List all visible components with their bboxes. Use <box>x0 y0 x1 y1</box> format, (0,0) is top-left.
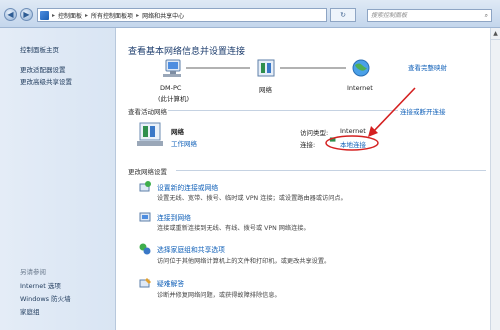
change-settings-header: 更改网络设置 <box>128 168 167 176</box>
vertical-scrollbar[interactable]: ▲ <box>490 28 500 330</box>
address-toolbar: ◀ ▶ ▸ 控制面板 ▸ 所有控制面板项 ▸ 网络和共享中心 ↻ 搜索控制面板 … <box>0 0 500 28</box>
task-troubleshoot-desc: 诊断并修复网络问题，或获得故障排除信息。 <box>157 292 281 299</box>
sidebar-item-adapter-settings[interactable]: 更改适配器设置 <box>20 64 66 74</box>
connect-network-icon <box>139 212 151 222</box>
map-network-label: 网络 <box>259 86 272 94</box>
breadcrumb-separator: ▸ <box>136 11 140 19</box>
address-bar[interactable]: ▸ 控制面板 ▸ 所有控制面板项 ▸ 网络和共享中心 <box>37 8 327 22</box>
connections-label: 连接: <box>300 141 316 149</box>
breadcrumb-separator: ▸ <box>85 11 89 19</box>
refresh-button[interactable]: ↻ <box>330 8 356 22</box>
sidebar-item-home[interactable]: 控制面板主页 <box>20 44 59 54</box>
troubleshoot-icon <box>139 278 151 288</box>
computer-icon <box>163 59 181 77</box>
scroll-up-icon[interactable]: ▲ <box>491 28 500 40</box>
task-setup-connection-desc: 设置无线、宽带、拨号、临时或 VPN 连接；或设置路由器或访问点。 <box>157 195 347 202</box>
task-setup-connection[interactable]: 设置新的连接或网络 <box>157 182 218 192</box>
task-homegroup-desc: 访问位于其他网络计算机上的文件和打印机，或更改共享设置。 <box>157 258 331 265</box>
breadcrumb-separator: ▸ <box>52 11 56 19</box>
task-troubleshoot[interactable]: 疑难解答 <box>157 278 184 288</box>
map-pc-sub: (此计算机) <box>158 95 190 103</box>
control-panel-icon <box>40 10 49 20</box>
map-pc-name: DM-PC <box>160 84 182 92</box>
breadcrumb-all-items[interactable]: 所有控制面板项 <box>91 11 133 20</box>
active-networks-header: 查看活动网络 <box>128 108 167 116</box>
task-homegroup[interactable]: 选择家庭组和共享选项 <box>157 244 225 254</box>
annotation-arrow <box>325 87 416 151</box>
sidebar-item-firewall[interactable]: Windows 防火墙 <box>20 293 71 303</box>
network-type-link[interactable]: 工作网络 <box>171 138 197 148</box>
sidebar: 控制面板主页 更改适配器设置 更改高级共享设置 另请参阅 Internet 选项… <box>0 28 116 330</box>
search-input[interactable]: 搜索控制面板 ⌕ <box>367 9 492 22</box>
divider <box>176 170 486 171</box>
view-full-map-link[interactable]: 查看完整映射 <box>408 62 447 72</box>
task-connect-network[interactable]: 连接到网络 <box>157 212 191 222</box>
homegroup-icon <box>139 243 151 255</box>
new-connection-icon <box>139 181 151 192</box>
breadcrumb-network-center[interactable]: 网络和共享中心 <box>142 11 184 20</box>
sidebar-item-homegroup[interactable]: 家庭组 <box>20 306 40 316</box>
active-network-name: 网络 <box>171 128 184 136</box>
breadcrumb-control-panel[interactable]: 控制面板 <box>58 11 82 20</box>
sidebar-item-advanced-sharing[interactable]: 更改高级共享设置 <box>20 76 72 86</box>
globe-icon <box>352 59 370 77</box>
network-bench-icon <box>137 122 163 146</box>
search-placeholder: 搜索控制面板 <box>371 12 408 19</box>
back-button[interactable]: ◀ <box>4 8 17 21</box>
see-also-label: 另请参阅 <box>20 268 46 276</box>
forward-button[interactable]: ▶ <box>20 8 33 21</box>
search-icon: ⌕ <box>484 12 488 19</box>
sidebar-item-internet-options[interactable]: Internet 选项 <box>20 280 61 290</box>
task-connect-network-desc: 连接或重新连接到无线、有线、拨号或 VPN 网络连接。 <box>157 225 310 232</box>
network-icon <box>257 59 275 77</box>
